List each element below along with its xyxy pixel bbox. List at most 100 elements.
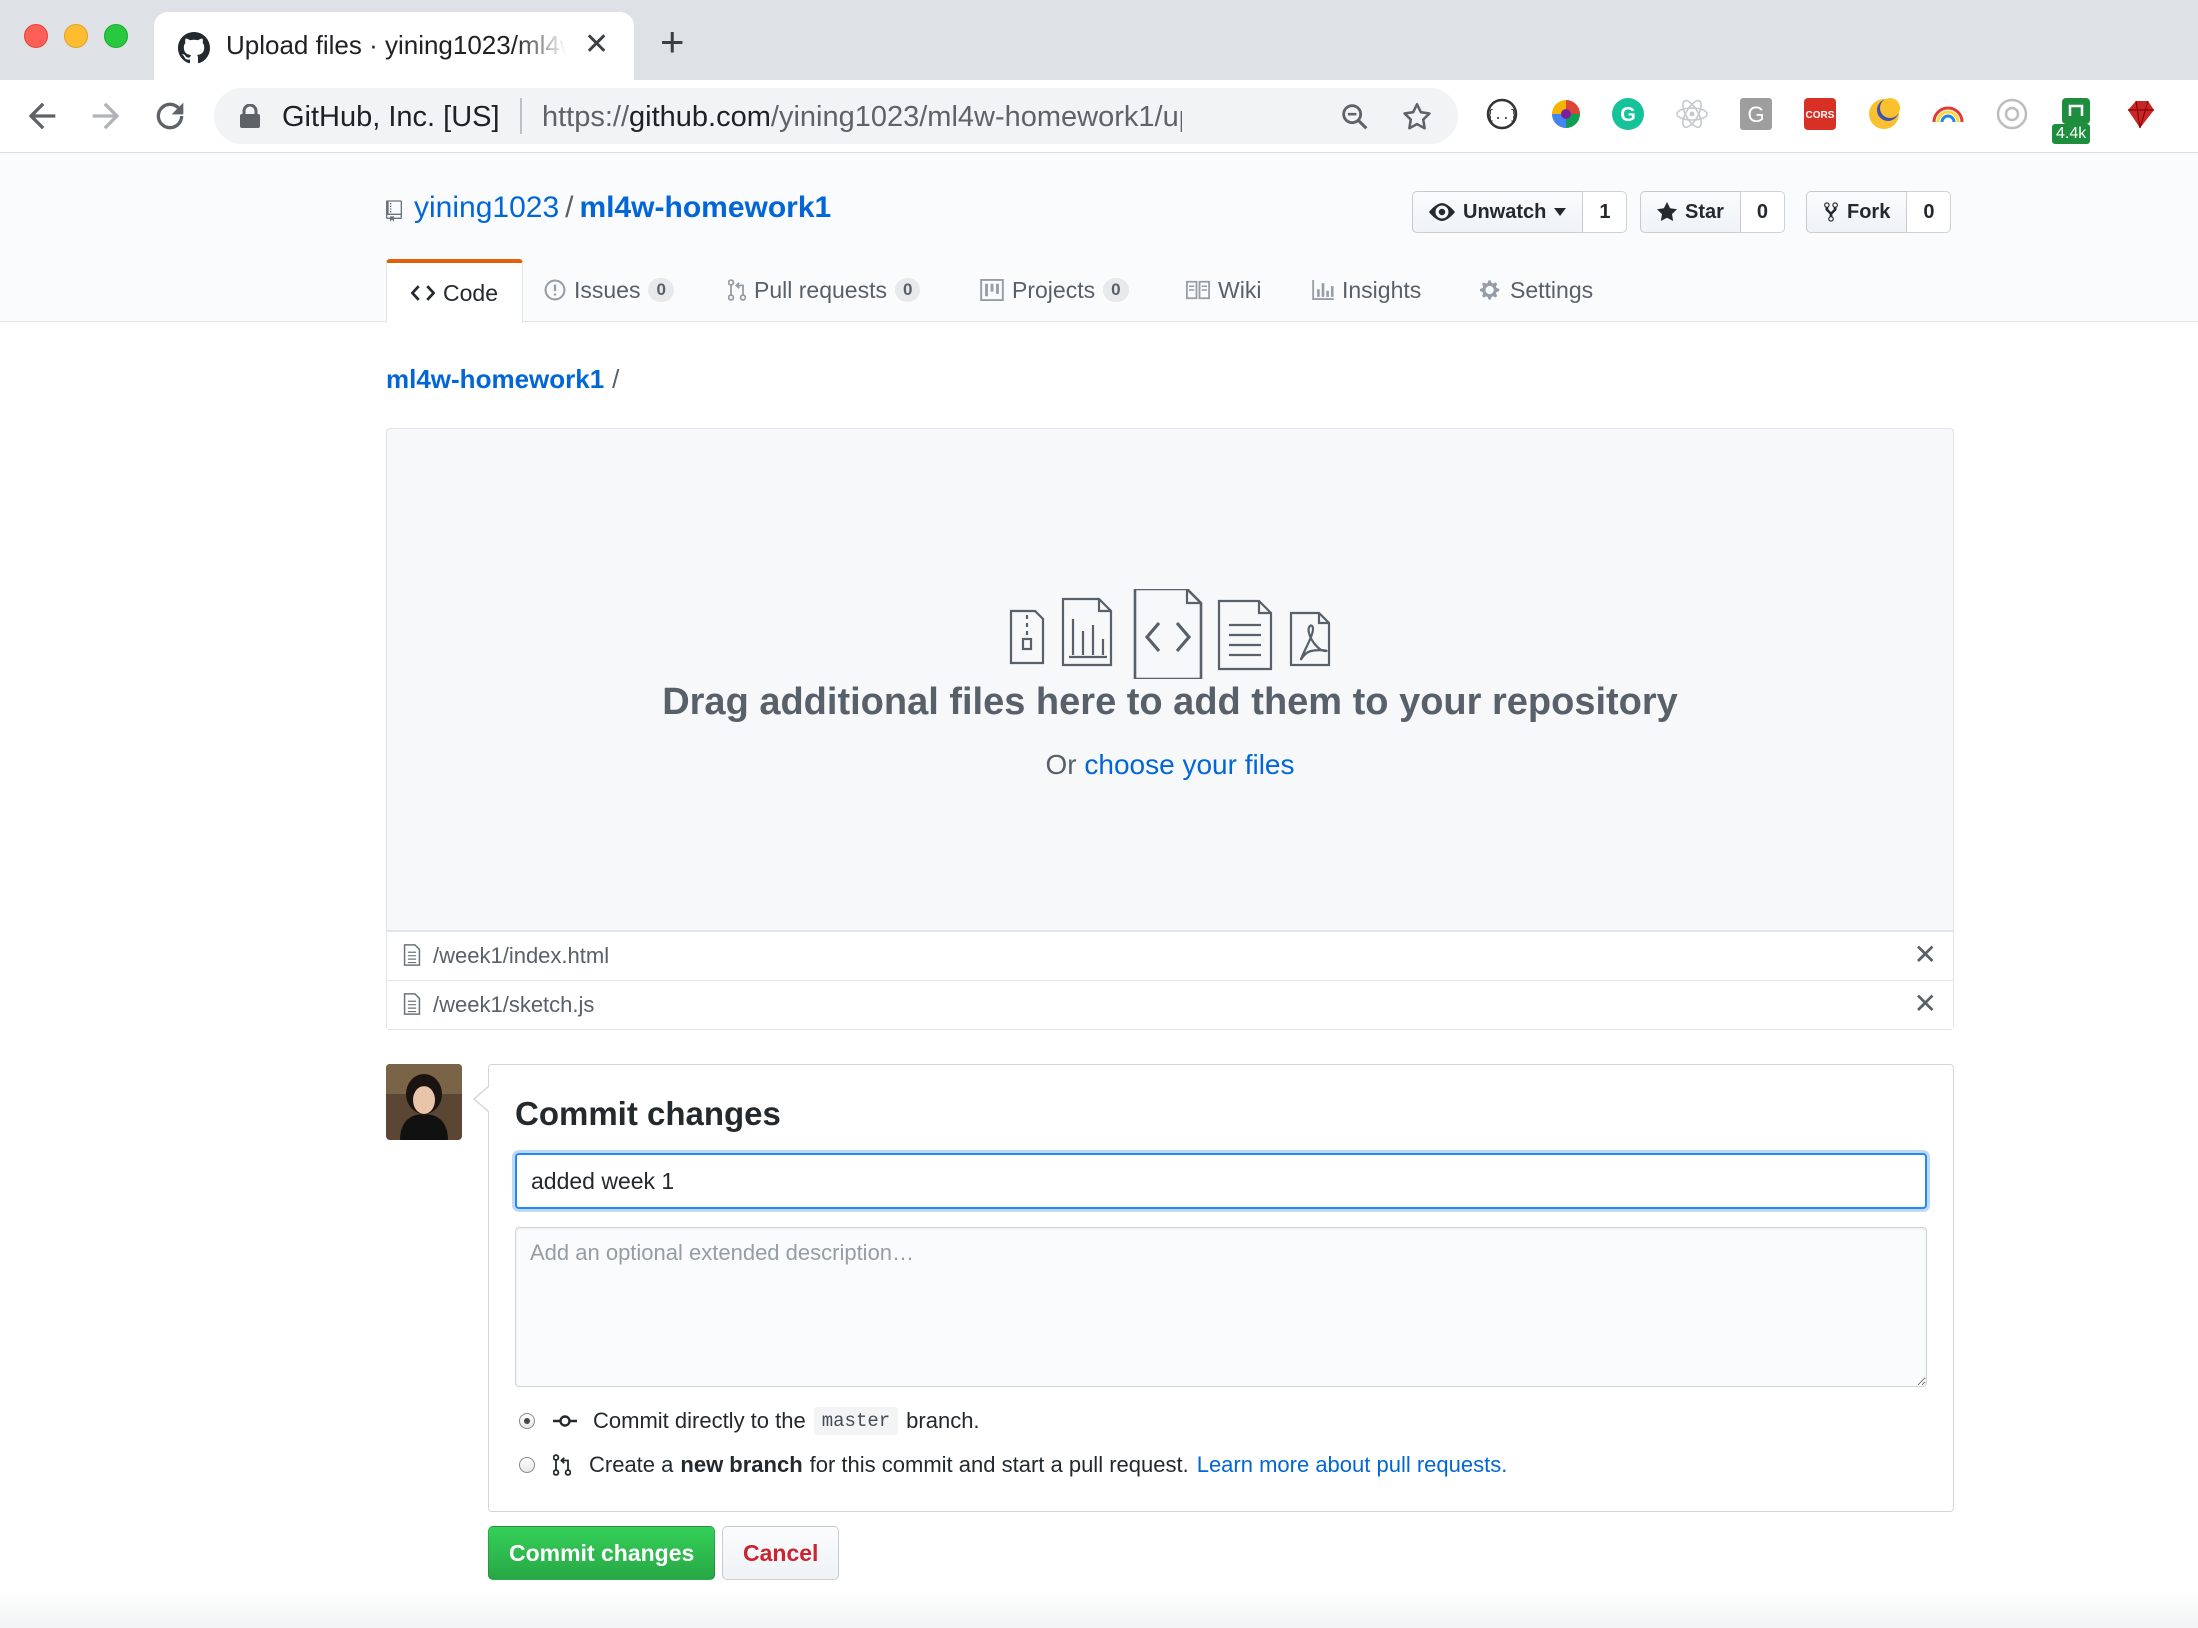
- moon-icon[interactable]: [1866, 96, 1902, 132]
- branch-name: master: [813, 1407, 899, 1435]
- cors-icon[interactable]: CORS: [1802, 96, 1838, 132]
- window-minimize-button[interactable]: [64, 24, 88, 48]
- commit-description-textarea[interactable]: [515, 1227, 1927, 1387]
- repo-title-separator: /: [565, 191, 574, 224]
- new-branch-option[interactable]: Create a new branch for this commit and …: [519, 1449, 1507, 1481]
- repo-icon: [386, 200, 402, 222]
- pull-requests-counter: 0: [894, 278, 921, 302]
- browser-tab-active[interactable]: Upload files · yining1023/ml4w-homework1…: [154, 12, 634, 80]
- projects-counter: 0: [1103, 278, 1129, 302]
- tab-pull-requests[interactable]: Pull requests 0: [728, 259, 921, 321]
- lock-icon: [240, 104, 260, 128]
- eye-icon: [1429, 203, 1455, 221]
- forward-arrow-icon[interactable]: [86, 96, 126, 136]
- stargazers-count[interactable]: 0: [1740, 191, 1786, 233]
- omnibox-divider: [520, 98, 522, 134]
- star-label: Star: [1685, 200, 1724, 223]
- star-button-group: Star 0: [1640, 191, 1786, 233]
- address-bar[interactable]: GitHub, Inc. [US] https://github.com/yin…: [214, 88, 1458, 144]
- new-branch-emphasis: new branch: [680, 1452, 803, 1477]
- commit-direct-text: Commit directly to the: [593, 1408, 806, 1433]
- commit-direct-option[interactable]: Commit directly to the master branch.: [519, 1405, 980, 1437]
- new-tab-button[interactable]: +: [660, 21, 685, 63]
- unwatch-button[interactable]: Unwatch: [1412, 191, 1584, 233]
- tab-pull-requests-label: Pull requests: [754, 276, 887, 303]
- breadcrumb: ml4w-homework1 /: [386, 364, 619, 395]
- tab-code[interactable]: Code: [386, 259, 523, 323]
- commit-summary-input[interactable]: [515, 1153, 1927, 1209]
- g-extension-icon[interactable]: G: [1738, 96, 1774, 132]
- pull-request-icon: [728, 279, 746, 301]
- watchers-count[interactable]: 1: [1583, 191, 1628, 233]
- code-icon: [411, 285, 435, 301]
- ruby-icon[interactable]: [2122, 96, 2158, 132]
- file-drop-zone[interactable]: Drag additional files here to add them t…: [386, 428, 1954, 930]
- repo-name-link[interactable]: ml4w-homework1: [579, 191, 831, 224]
- file-name: /week1/sketch.js: [433, 992, 595, 1017]
- counter-extension-icon[interactable]: [2058, 98, 2094, 124]
- avatar[interactable]: [386, 1064, 462, 1140]
- gear-icon: [1480, 280, 1500, 300]
- fork-button[interactable]: Fork: [1806, 191, 1908, 233]
- fork-label: Fork: [1847, 200, 1891, 223]
- svg-text:{..}: {..}: [1486, 108, 1517, 123]
- back-arrow-icon[interactable]: [22, 96, 62, 136]
- extension-badge: 4.4k: [2052, 124, 2091, 144]
- commit-changes-button[interactable]: Commit changes: [488, 1526, 716, 1580]
- book-icon: [1186, 280, 1210, 300]
- new-branch-suffix: for this commit and start a pull request…: [809, 1452, 1189, 1477]
- learn-more-pull-requests-link[interactable]: Learn more about pull requests.: [1197, 1452, 1508, 1478]
- repo-header: yining1023/ml4w-homework1 Unwatch 1 Star…: [0, 153, 2198, 323]
- commit-form: Commit changes Commit directly to the ma…: [473, 1064, 1954, 1512]
- caret-down-icon: [1554, 208, 1567, 216]
- star-button[interactable]: Star: [1640, 191, 1741, 233]
- remove-file-icon[interactable]: ✕: [1914, 987, 1937, 1021]
- file-name: /week1/index.html: [433, 943, 610, 968]
- upload-file-list: /week1/index.html ✕ /week1/sketch.js ✕: [386, 930, 1954, 1030]
- zoom-icon[interactable]: [1338, 100, 1372, 134]
- page-bottom-shadow: [0, 1590, 2198, 1628]
- list-item: /week1/index.html ✕: [387, 931, 1953, 980]
- site-identity: GitHub, Inc. [US]: [282, 101, 500, 133]
- unwatch-label: Unwatch: [1463, 200, 1547, 223]
- tab-settings-label: Settings: [1510, 276, 1594, 303]
- file-types-icon: [1009, 589, 1331, 679]
- react-devtools-icon[interactable]: [1674, 96, 1710, 132]
- json-viewer-icon[interactable]: {..}: [1484, 96, 1520, 132]
- repo-owner-link[interactable]: yining1023: [414, 191, 559, 224]
- tab-settings[interactable]: Settings: [1480, 259, 1593, 321]
- project-icon: [980, 279, 1004, 301]
- eye-icon[interactable]: [1994, 96, 2030, 132]
- window-close-button[interactable]: [24, 24, 48, 48]
- bookmark-star-icon[interactable]: [1400, 100, 1434, 134]
- color-picker-icon[interactable]: [1548, 96, 1584, 132]
- cancel-button[interactable]: Cancel: [722, 1526, 840, 1580]
- grammarly-icon[interactable]: G: [1610, 96, 1646, 132]
- browser-tab-strip: Upload files · yining1023/ml4w-homework1…: [0, 0, 2198, 80]
- forks-count[interactable]: 0: [1907, 191, 1952, 233]
- repo-title: yining1023/ml4w-homework1: [414, 191, 831, 225]
- breadcrumb-repo-link[interactable]: ml4w-homework1: [386, 364, 604, 394]
- file-icon: [403, 944, 421, 966]
- choose-files-link[interactable]: choose your files: [1084, 749, 1294, 780]
- commit-direct-radio[interactable]: [519, 1413, 535, 1429]
- reload-icon[interactable]: [150, 96, 190, 136]
- new-branch-radio[interactable]: [519, 1457, 535, 1473]
- breadcrumb-separator: /: [612, 364, 620, 394]
- tab-projects-label: Projects: [1012, 276, 1096, 303]
- watch-button-group: Unwatch 1: [1412, 191, 1628, 233]
- new-branch-text: Create a: [589, 1452, 674, 1477]
- tab-issues[interactable]: Issues 0: [544, 259, 674, 321]
- tab-projects[interactable]: Projects 0: [980, 259, 1129, 321]
- window-zoom-button[interactable]: [104, 24, 128, 48]
- rainbow-icon[interactable]: [1930, 96, 1966, 132]
- tab-close-icon[interactable]: ✕: [584, 28, 609, 62]
- issues-counter: 0: [648, 278, 674, 302]
- drop-zone-or-text: Or: [1045, 749, 1077, 780]
- tab-insights[interactable]: Insights: [1312, 259, 1421, 321]
- tab-wiki[interactable]: Wiki: [1186, 259, 1261, 321]
- drop-zone-title: Drag additional files here to add them t…: [662, 681, 1678, 723]
- github-icon: [178, 32, 210, 64]
- svg-text:G: G: [1747, 102, 1764, 127]
- remove-file-icon[interactable]: ✕: [1914, 938, 1937, 972]
